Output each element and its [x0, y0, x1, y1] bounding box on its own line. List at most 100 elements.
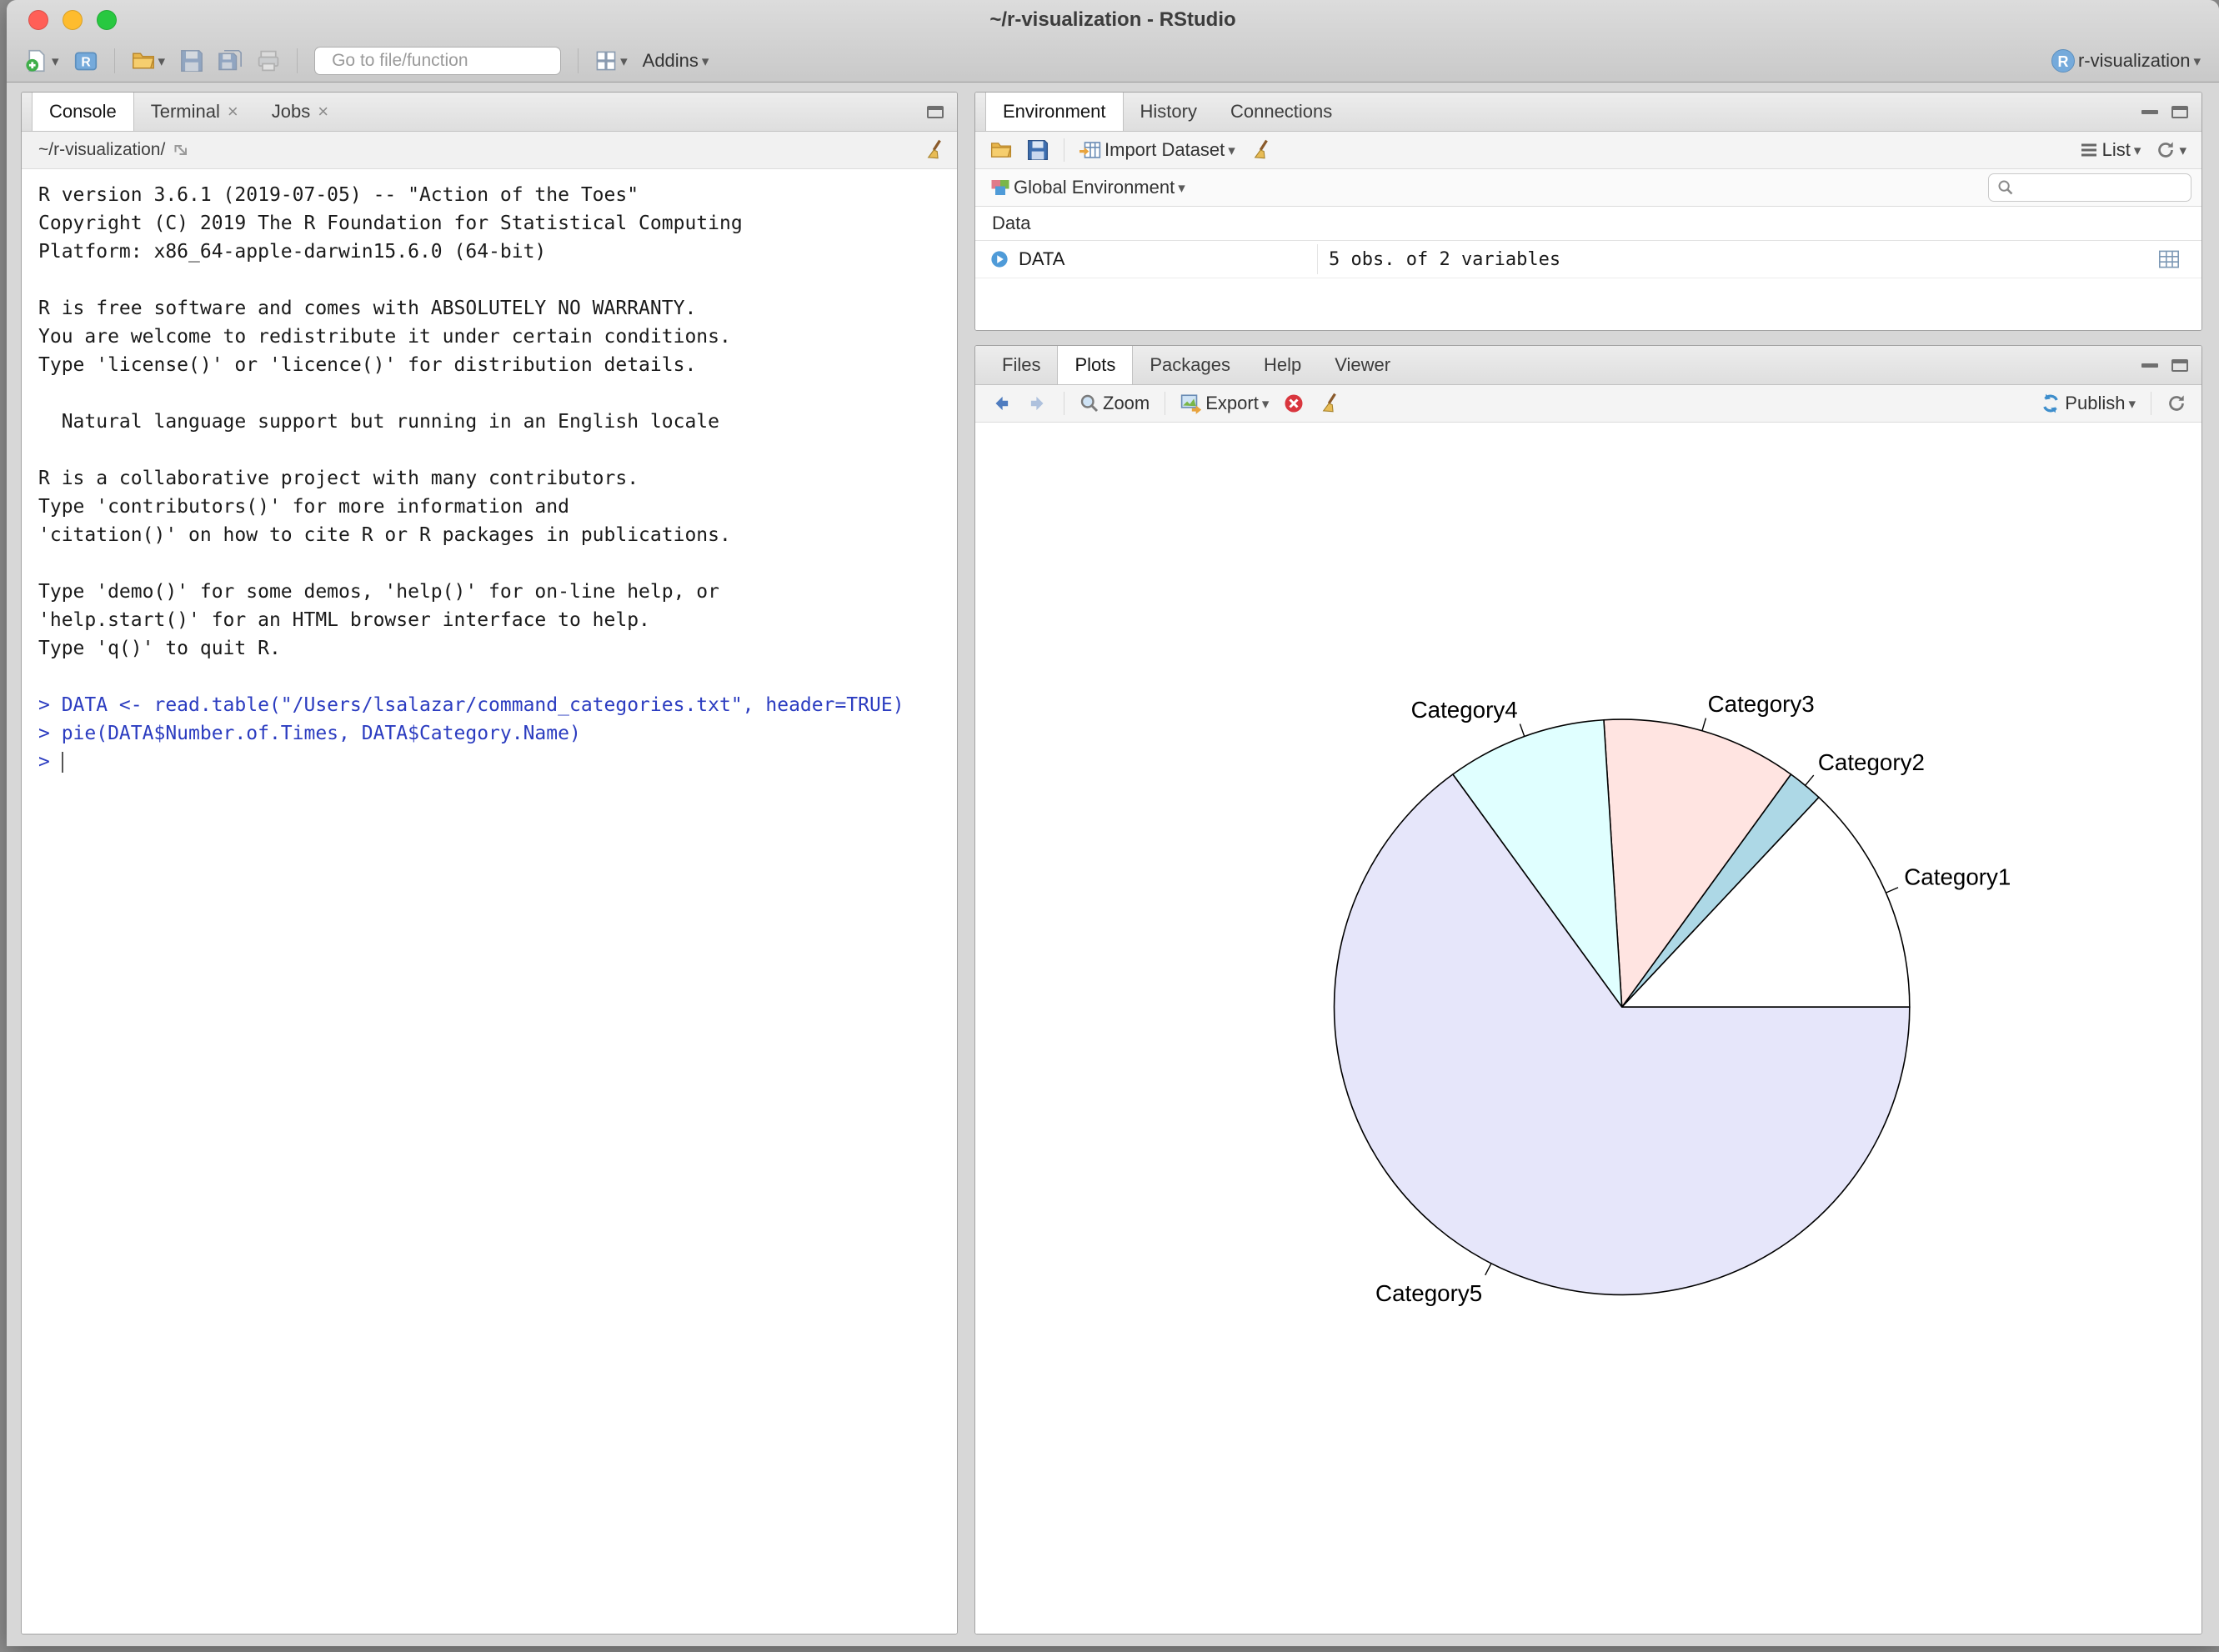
pie-label-leader — [1485, 1264, 1491, 1275]
publish-plot-button[interactable]: Publish ▾ — [2035, 389, 2141, 418]
broom-icon — [1319, 393, 1340, 414]
maximize-pane-icon[interactable] — [2171, 106, 2188, 118]
new-document-icon — [25, 49, 48, 73]
object-name: DATA — [1019, 248, 1064, 270]
tab-terminal[interactable]: Terminal × — [134, 93, 255, 131]
pie-label-leader — [1702, 718, 1706, 731]
expand-object-icon[interactable] — [990, 250, 1009, 268]
r-project-logo-icon: R — [2051, 49, 2075, 73]
console-line: Type 'demo()' for some demos, 'help()' f… — [38, 578, 957, 606]
addins-label: Addins — [643, 50, 699, 72]
save-all-button[interactable] — [213, 46, 247, 76]
goto-file-input[interactable] — [330, 50, 559, 72]
list-view-button[interactable]: List ▾ — [2074, 136, 2146, 164]
project-menu[interactable]: R r-visualization ▾ — [2046, 46, 2206, 76]
import-dataset-button[interactable]: Import Dataset ▾ — [1074, 136, 1240, 164]
environment-search-box[interactable] — [1988, 173, 2191, 202]
caret-down-icon: ▾ — [2134, 143, 2141, 158]
environment-toolbar: Import Dataset ▾ List ▾ ▾ — [975, 132, 2201, 169]
console-line: R is a collaborative project with many c… — [38, 464, 957, 493]
environment-scope-label: Global Environment — [1014, 177, 1175, 198]
tab-help[interactable]: Help — [1247, 346, 1318, 384]
project-icon: R — [74, 49, 98, 73]
console-line: Copyright (C) 2019 The R Foundation for … — [38, 209, 957, 238]
zoom-plot-button[interactable]: Zoom — [1074, 389, 1155, 418]
caret-down-icon: ▾ — [1178, 181, 1185, 195]
export-plot-button[interactable]: Export ▾ — [1175, 389, 1274, 418]
refresh-plot-button[interactable] — [2161, 390, 2191, 417]
main-toolbar: ▾ R ▾ — [7, 40, 2219, 82]
tab-viewer[interactable]: Viewer — [1318, 346, 1407, 384]
console-tabbar: Console Terminal × Jobs × — [22, 93, 957, 132]
caret-down-icon: ▾ — [52, 54, 59, 68]
export-label: Export — [1205, 393, 1259, 414]
tab-plots[interactable]: Plots — [1057, 346, 1133, 384]
tab-files[interactable]: Files — [985, 346, 1057, 384]
addins-menu[interactable]: Addins ▾ — [638, 47, 714, 75]
tab-console[interactable]: Console — [32, 93, 134, 131]
console-prompt-line[interactable]: > — [38, 748, 957, 776]
clear-environment-button[interactable] — [1245, 136, 1277, 164]
console-line: 'help.start()' for an HTML browser inter… — [38, 606, 957, 634]
caret-down-icon: ▾ — [2128, 397, 2136, 411]
title-bar[interactable]: ~/r-visualization - RStudio — [7, 0, 2219, 40]
back-arrow-icon — [990, 393, 1012, 414]
previous-plot-button[interactable] — [985, 389, 1017, 418]
environment-panel: Environment History Connections — [974, 92, 2202, 331]
workspace-panes-button[interactable]: ▾ — [590, 47, 633, 75]
close-icon[interactable]: × — [318, 103, 328, 121]
open-directory-icon[interactable] — [173, 142, 190, 158]
new-project-button[interactable]: R — [69, 46, 103, 76]
caret-down-icon: ▾ — [1228, 143, 1235, 158]
refresh-environment-button[interactable]: ▾ — [2151, 137, 2191, 163]
environment-search-input[interactable] — [2021, 178, 2182, 198]
tab-packages[interactable]: Packages — [1133, 346, 1247, 384]
view-table-icon[interactable] — [2158, 249, 2180, 269]
save-button[interactable] — [175, 46, 208, 76]
close-icon[interactable]: × — [228, 103, 238, 121]
maximize-pane-icon[interactable] — [2171, 359, 2188, 372]
print-button[interactable] — [252, 46, 285, 76]
environment-scope-row: Global Environment ▾ — [975, 169, 2201, 207]
console-output[interactable]: R version 3.6.1 (2019-07-05) -- "Action … — [22, 169, 957, 1634]
tab-label: Connections — [1230, 101, 1332, 123]
list-icon — [2079, 140, 2099, 160]
plot-display-area: Category1Category2Category3Category4Cate… — [975, 423, 2201, 1634]
clear-console-broom-icon[interactable] — [924, 139, 945, 161]
environment-pane-buttons — [2141, 93, 2201, 131]
toolbar-separator — [297, 48, 298, 73]
tab-connections[interactable]: Connections — [1214, 93, 1349, 131]
global-environment-icon — [990, 178, 1010, 198]
minimize-pane-icon[interactable] — [2141, 110, 2158, 114]
remove-plot-icon — [1284, 393, 1304, 413]
workspace: Console Terminal × Jobs × ~/r-visu — [7, 83, 2219, 1646]
new-file-button[interactable]: ▾ — [20, 46, 64, 76]
publish-icon — [2040, 393, 2061, 414]
next-plot-button[interactable] — [1022, 389, 1054, 418]
save-workspace-button[interactable] — [1022, 136, 1054, 164]
toolbar-separator — [578, 48, 579, 73]
console-line — [38, 379, 957, 408]
maximize-pane-icon[interactable] — [927, 106, 944, 118]
open-file-button[interactable]: ▾ — [127, 46, 171, 76]
tab-label: Help — [1264, 354, 1301, 376]
tab-jobs[interactable]: Jobs × — [255, 93, 345, 131]
zoom-label: Zoom — [1103, 393, 1150, 414]
tab-environment[interactable]: Environment — [985, 93, 1124, 131]
remove-plot-button[interactable] — [1279, 390, 1309, 417]
object-value: 5 obs. of 2 variables — [1329, 249, 1560, 270]
tab-label: History — [1140, 101, 1197, 123]
save-icon — [1027, 139, 1049, 161]
environment-scope-menu[interactable]: Global Environment ▾ — [985, 173, 1190, 202]
minimize-pane-icon[interactable] — [2141, 363, 2158, 368]
environment-object-list: Data DATA 5 obs. of 2 variables — [975, 207, 2201, 330]
broom-icon — [1250, 139, 1272, 161]
tab-history[interactable]: History — [1124, 93, 1214, 131]
environment-object-row[interactable]: DATA 5 obs. of 2 variables — [975, 241, 2201, 278]
clear-all-plots-button[interactable] — [1314, 389, 1345, 418]
refresh-icon — [2156, 140, 2176, 160]
load-workspace-button[interactable] — [985, 136, 1017, 164]
right-column: Environment History Connections — [974, 92, 2202, 1634]
panes-grid-icon — [595, 50, 617, 72]
goto-file-box[interactable] — [314, 47, 561, 75]
